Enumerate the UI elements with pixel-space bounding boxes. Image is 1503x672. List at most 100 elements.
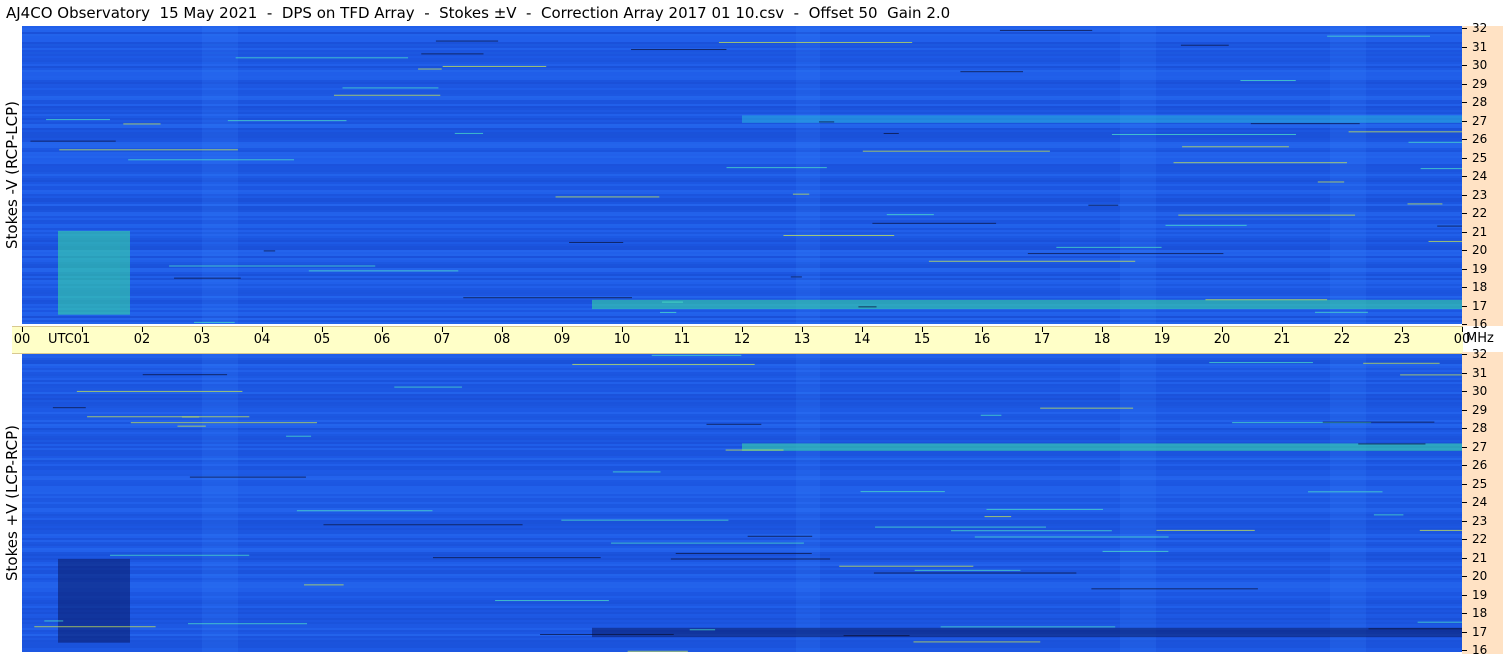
- time-tick-label: 12: [733, 332, 751, 347]
- heatmap-streak: [421, 53, 484, 55]
- freq-tick-label: 18: [1472, 606, 1488, 620]
- heatmap-column: [1120, 354, 1156, 652]
- freq-tick: [1462, 613, 1467, 614]
- heatmap-streak: [418, 68, 442, 70]
- heatmap-streak: [611, 542, 804, 544]
- heatmap-streak: [1088, 204, 1119, 206]
- heatmap-streak: [1156, 529, 1255, 531]
- freq-tick: [1462, 46, 1467, 48]
- freq-tick-label: 18: [1472, 280, 1488, 294]
- time-tick-label: 15: [913, 332, 931, 347]
- heatmap-streak: [689, 629, 716, 631]
- heatmap-streak: [286, 435, 312, 437]
- freq-tick-label: 17: [1472, 624, 1488, 639]
- freq-tick: [1462, 287, 1467, 288]
- heatmap-feature-2: [742, 115, 1462, 123]
- time-tick-label: 13: [793, 332, 811, 347]
- heatmap-streak: [659, 311, 677, 313]
- heatmap-streak: [59, 149, 238, 151]
- heatmap-streak: [87, 416, 250, 418]
- heatmap-feature-1: [592, 299, 1462, 310]
- freq-tick-label: 29: [1472, 76, 1488, 91]
- freq-tick: [1462, 557, 1467, 559]
- heatmap-streak: [495, 600, 609, 602]
- heatmap-column: [202, 354, 238, 652]
- heatmap-streak: [1419, 529, 1462, 531]
- heatmap-streak: [194, 321, 235, 323]
- freq-unit-label: MHz: [1466, 331, 1494, 346]
- freq-tick: [1462, 120, 1467, 122]
- heatmap-streak: [675, 552, 812, 554]
- freq-tick-label: 27: [1472, 113, 1488, 128]
- heatmap-streak: [34, 626, 156, 628]
- heatmap-streak: [873, 572, 1077, 574]
- heatmap-streak: [1102, 550, 1169, 552]
- heatmap-streak: [1056, 246, 1162, 248]
- heatmap-streak: [128, 159, 295, 161]
- freq-tick: [1462, 250, 1467, 251]
- heatmap-streak: [1400, 374, 1462, 376]
- heatmap-streak: [1327, 35, 1430, 37]
- heatmap-streak: [188, 623, 308, 625]
- freq-tick: [1462, 520, 1467, 522]
- freq-tick: [1462, 465, 1467, 466]
- freq-tick: [1462, 231, 1467, 233]
- heatmap-feature-0: [58, 230, 130, 315]
- time-tick-label: 14: [853, 332, 871, 347]
- heatmap-streak: [30, 140, 116, 142]
- heatmap-streak: [1307, 491, 1383, 493]
- freq-tick: [1462, 324, 1467, 325]
- heatmap-streak: [862, 150, 1050, 152]
- time-axis: 00 01 02 03 04 05 06 07 08 09 10 11 12 13 14 15 16 17 18 19…: [12, 326, 1470, 354]
- spectrogram-bottom-plot: [22, 354, 1462, 652]
- heatmap-streak: [790, 276, 802, 278]
- time-tick-label: 01: [73, 332, 91, 347]
- heatmap-feature-1: [592, 627, 1462, 638]
- heatmap-streak: [1165, 224, 1247, 226]
- spectrogram-top-plot: [22, 26, 1462, 324]
- heatmap-streak: [1182, 146, 1289, 148]
- heatmap-streak: [1407, 203, 1443, 205]
- freq-tick: [1462, 305, 1467, 307]
- freq-tick-label: 26: [1472, 132, 1488, 146]
- heatmap-streak: [1348, 131, 1462, 133]
- heatmap-streak: [651, 354, 742, 356]
- time-tick-label: 11: [673, 332, 691, 347]
- heatmap-streak: [974, 536, 1169, 538]
- heatmap-streak: [130, 422, 317, 424]
- heatmap-streak: [747, 535, 813, 537]
- heatmap-column: [796, 354, 820, 652]
- freq-tick-label: 31: [1472, 365, 1488, 380]
- heatmap-streak: [984, 516, 1012, 518]
- freq-tick-label: 30: [1472, 384, 1488, 398]
- freq-tick-label: 19: [1472, 587, 1488, 602]
- freq-tick-label: 24: [1472, 495, 1488, 509]
- heatmap-column: [1120, 26, 1156, 324]
- heatmap-streak: [980, 414, 1002, 416]
- time-tick-label: 09: [553, 332, 571, 347]
- heatmap-streak: [442, 65, 547, 67]
- freq-tick: [1462, 139, 1467, 140]
- freq-tick: [1462, 157, 1467, 159]
- chart-title: AJ4CO Observatory 15 May 2021 - DPS on T…: [6, 4, 951, 22]
- heatmap-streak: [726, 167, 827, 169]
- freq-tick-label: 25: [1472, 476, 1488, 491]
- freq-tick: [1462, 446, 1467, 448]
- heatmap-streak: [308, 270, 459, 272]
- heatmap-streak: [1322, 421, 1435, 423]
- heatmap-streak: [627, 650, 688, 652]
- freq-tick: [1462, 483, 1467, 485]
- y-axis-label-bottom: Stokes +V (LCP-RCP): [3, 425, 21, 581]
- freq-tick-label: 21: [1472, 550, 1488, 565]
- time-tick-label: 00: [13, 332, 31, 347]
- heatmap-streak: [454, 132, 484, 134]
- heatmap-streak: [928, 260, 1136, 262]
- heatmap-streak: [189, 476, 306, 478]
- freq-tick-label: 32: [1472, 21, 1488, 35]
- heatmap-streak: [883, 132, 899, 134]
- freq-tick-label: 27: [1472, 439, 1488, 454]
- heatmap-column: [202, 26, 238, 324]
- heatmap-streak: [174, 277, 241, 279]
- heatmap-streak: [1173, 162, 1347, 164]
- heatmap-streak: [872, 222, 997, 224]
